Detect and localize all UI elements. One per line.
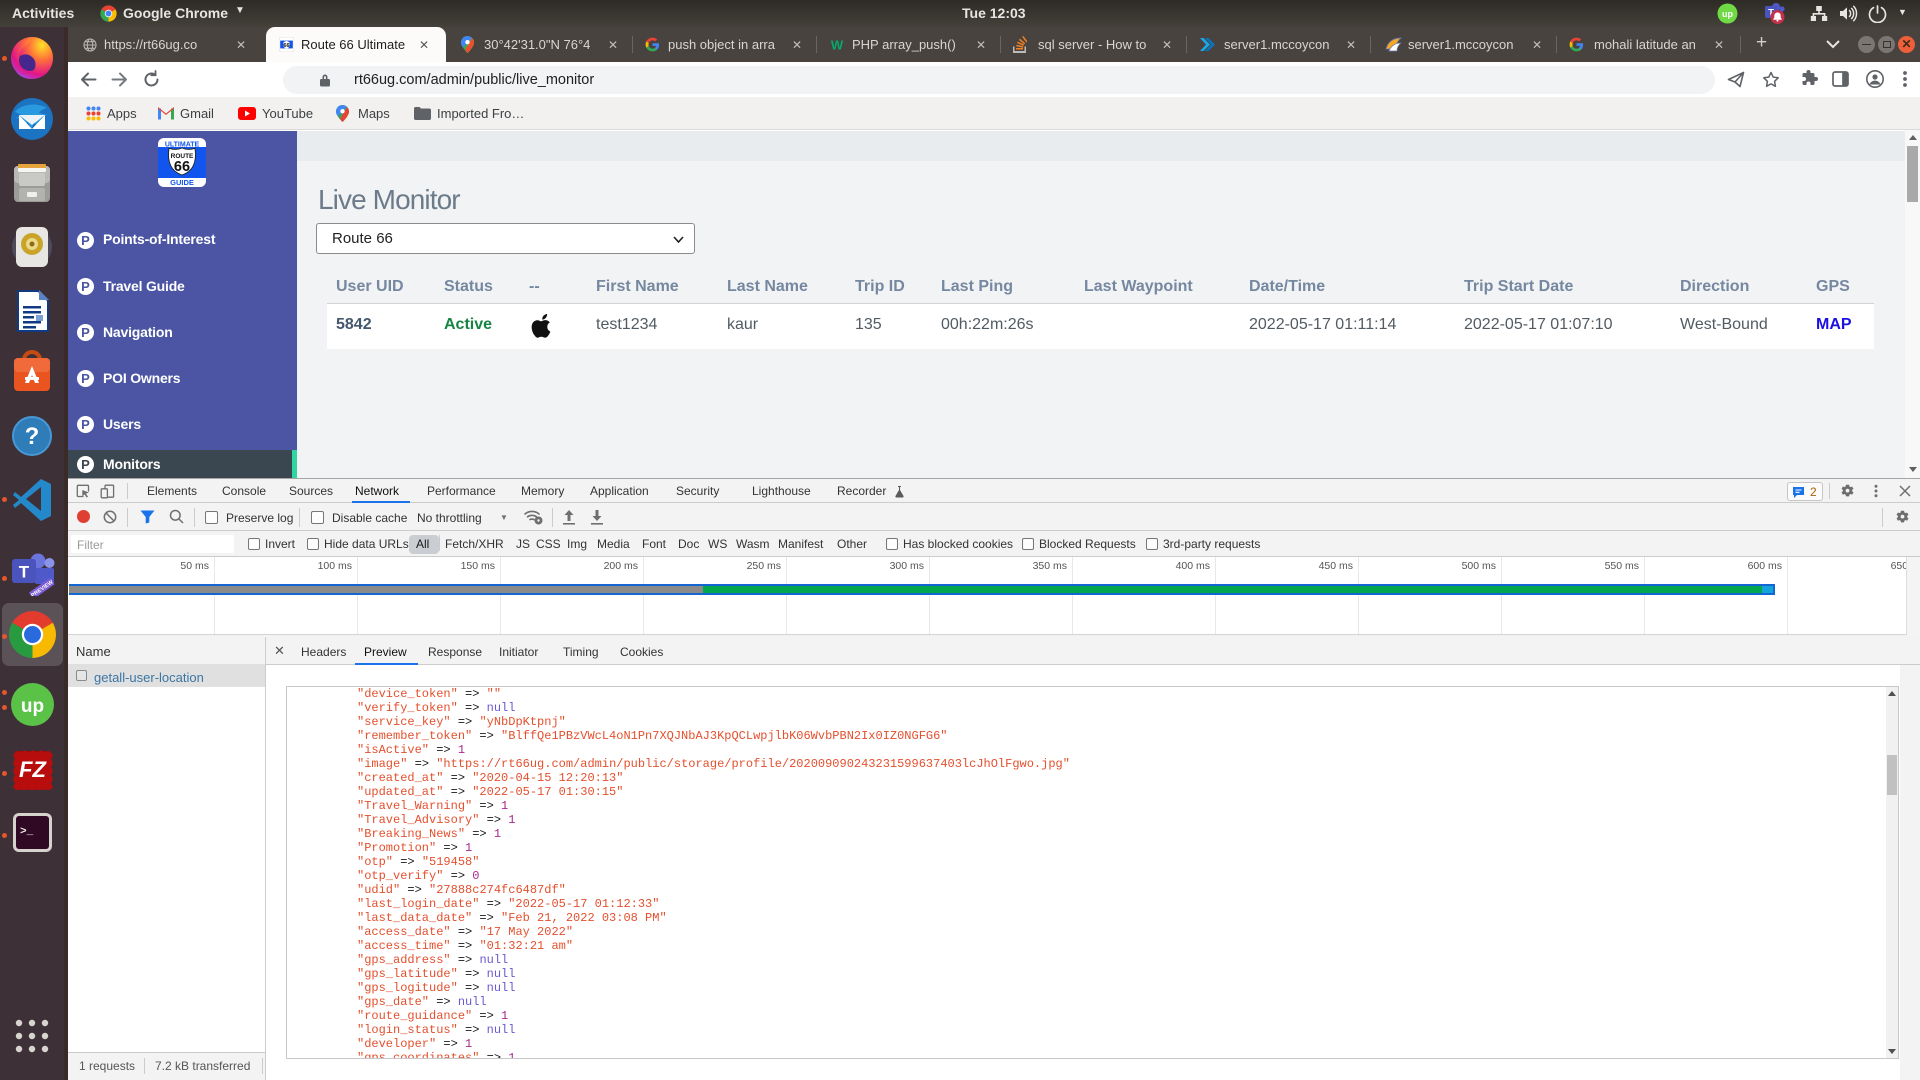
svg-text:GUIDE: GUIDE: [170, 178, 194, 187]
svg-text:FZ: FZ: [19, 757, 47, 782]
svg-text:T: T: [19, 563, 30, 582]
svg-text:up: up: [1722, 9, 1733, 19]
svg-text:?: ?: [25, 423, 40, 450]
svg-text:>_: >_: [20, 826, 34, 838]
svg-text:66: 66: [174, 159, 190, 175]
svg-text:up: up: [21, 696, 44, 717]
svg-text:W: W: [831, 38, 844, 53]
svg-text:66: 66: [284, 43, 290, 49]
svg-text:ULTIMATE: ULTIMATE: [165, 142, 200, 149]
